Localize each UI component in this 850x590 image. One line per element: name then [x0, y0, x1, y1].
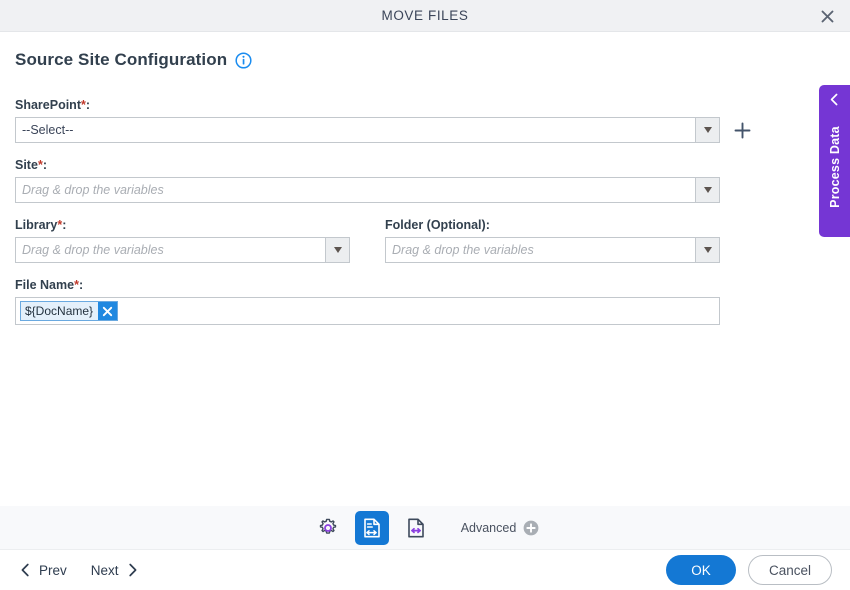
variable-token[interactable]: ${DocName} — [20, 301, 119, 321]
folder-colon: : — [485, 218, 490, 232]
folder-dropdown-button[interactable] — [695, 238, 719, 262]
site-colon: : — [42, 158, 47, 172]
folder-label-text: Folder (Optional) — [385, 218, 486, 232]
field-sharepoint: SharePoint*: --Select-- — [15, 97, 805, 143]
wizard-nav: Prev Next — [20, 563, 138, 578]
sharepoint-label: SharePoint*: — [15, 97, 805, 113]
library-colon: : — [62, 218, 67, 232]
page-title-row: Source Site Configuration — [15, 50, 252, 70]
prev-label: Prev — [39, 562, 67, 578]
caret-down-icon — [333, 247, 342, 253]
remove-token-button[interactable] — [98, 302, 118, 320]
site-label: Site*: — [15, 157, 805, 173]
library-input[interactable]: Drag & drop the variables — [15, 237, 350, 263]
sharepoint-colon: : — [85, 98, 91, 112]
field-site: Site*: Drag & drop the variables — [15, 157, 805, 203]
toolbar-map-fields-button[interactable] — [354, 510, 389, 545]
next-label: Next — [90, 562, 119, 578]
field-file-name: File Name*: ${DocName} — [15, 277, 805, 325]
library-label: Library*: — [15, 217, 350, 233]
file-name-label: File Name*: — [15, 277, 805, 293]
close-dialog-button[interactable] — [814, 4, 840, 28]
dialog-actions: OK Cancel — [665, 555, 832, 585]
process-data-tab-label: Process Data — [827, 126, 842, 208]
next-button[interactable]: Next — [91, 563, 138, 578]
advanced-label: Advanced — [460, 520, 517, 535]
process-data-tab-chevron — [819, 93, 850, 106]
dialog-footer: Prev Next OK Cancel — [0, 549, 850, 590]
toolbar-settings-button[interactable] — [311, 511, 345, 545]
process-data-tab[interactable]: Process Data — [819, 85, 850, 237]
library-folder-row: Library*: Drag & drop the variables Fold… — [15, 217, 805, 263]
site-label-text: Site — [15, 158, 38, 172]
file-name-colon: : — [78, 278, 84, 292]
variable-token-label: ${DocName} — [25, 304, 94, 318]
library-label-text: Library — [15, 218, 58, 232]
dialog-body: Source Site Configuration SharePoint*: -… — [0, 32, 850, 506]
add-sharepoint-button[interactable] — [731, 117, 753, 143]
library-dropdown-button[interactable] — [325, 238, 349, 262]
close-icon — [102, 306, 113, 316]
bottom-toolbar: Advanced — [0, 506, 850, 549]
caret-down-icon — [703, 187, 712, 193]
file-name-label-text: File Name — [15, 278, 75, 292]
site-input-row: Drag & drop the variables — [15, 177, 805, 203]
chevron-left-icon — [21, 563, 29, 577]
toolbar-document-width-button[interactable] — [399, 511, 433, 545]
gear-icon — [319, 518, 336, 534]
field-folder: Folder (Optional): Drag & drop the varia… — [385, 217, 720, 263]
file-name-token-area[interactable]: ${DocName} — [16, 298, 719, 324]
document-resize-icon — [363, 518, 380, 537]
dialog-title: MOVE FILES — [381, 8, 469, 23]
folder-input[interactable]: Drag & drop the variables — [385, 237, 720, 263]
folder-label: Folder (Optional): — [385, 217, 720, 233]
site-placeholder: Drag & drop the variables — [22, 183, 164, 197]
info-icon[interactable] — [235, 51, 252, 69]
folder-placeholder: Drag & drop the variables — [392, 243, 534, 257]
dialog-titlebar: MOVE FILES — [0, 0, 850, 32]
site-input[interactable]: Drag & drop the variables — [15, 177, 720, 203]
caret-down-icon — [703, 127, 712, 133]
advanced-button[interactable]: Advanced — [461, 520, 540, 536]
sharepoint-label-text: SharePoint — [15, 98, 81, 112]
plus-circle-icon — [523, 520, 539, 535]
close-icon — [821, 10, 833, 22]
chevron-right-icon — [128, 563, 136, 577]
sharepoint-select[interactable]: --Select-- — [15, 117, 720, 143]
source-site-form: SharePoint*: --Select-- Site*: Drag & dr… — [15, 97, 805, 339]
field-library: Library*: Drag & drop the variables — [15, 217, 350, 263]
sharepoint-value: --Select-- — [22, 123, 74, 137]
page-title: Source Site Configuration — [15, 50, 228, 69]
move-files-dialog: MOVE FILES Source Site Configuration Sha… — [0, 0, 850, 590]
sharepoint-input-row: --Select-- — [15, 117, 805, 143]
chevron-left-icon — [830, 93, 838, 106]
ok-button[interactable]: OK — [665, 555, 736, 585]
caret-down-icon — [703, 247, 712, 253]
prev-button[interactable]: Prev — [20, 563, 67, 578]
library-placeholder: Drag & drop the variables — [22, 243, 164, 257]
sharepoint-dropdown-button[interactable] — [695, 118, 719, 142]
site-dropdown-button[interactable] — [695, 178, 719, 202]
document-arrows-icon — [407, 518, 424, 537]
cancel-button[interactable]: Cancel — [747, 555, 832, 585]
file-name-input[interactable]: ${DocName} — [15, 297, 720, 325]
plus-icon — [734, 122, 750, 138]
